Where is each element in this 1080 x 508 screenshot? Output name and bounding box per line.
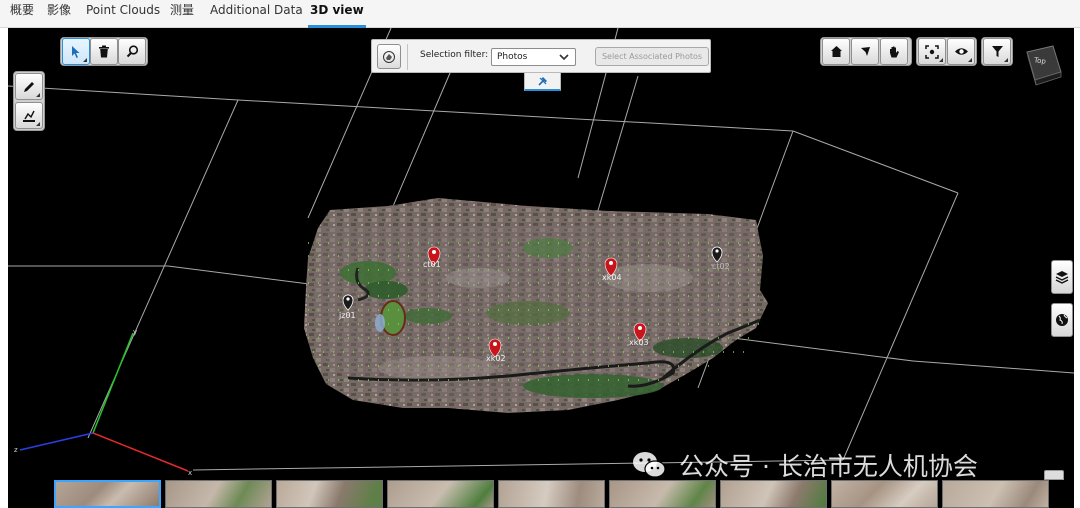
tab-3d-view[interactable]: 3D view: [308, 0, 366, 28]
tab-measurements[interactable]: 测量: [170, 0, 194, 28]
view-cube[interactable]: Top: [1023, 44, 1063, 86]
watermark: 公众号 · 长治市无人机协会: [631, 448, 978, 482]
select-associated-photos-button[interactable]: Select Associated Photos: [595, 47, 709, 66]
scene-canvas[interactable]: y x z ct01 xk04 ct02 jz01 xk02 xk03: [8, 28, 1074, 508]
axis-x-label: x: [188, 469, 192, 477]
marker-label: ct01: [423, 260, 441, 269]
delete-button[interactable]: [90, 38, 118, 65]
layers-icon: [1055, 271, 1069, 284]
orbit-icon: [860, 47, 870, 56]
marker-label: ct02: [712, 262, 730, 271]
marker-label: xk03: [629, 338, 649, 347]
photo-thumbnail[interactable]: [498, 480, 605, 508]
home-view-button[interactable]: [822, 38, 850, 65]
3d-viewport[interactable]: y x z ct01 xk04 ct02 jz01 xk02 xk03 Sele…: [8, 28, 1074, 508]
eraser-icon: [383, 50, 395, 63]
selection-filter-dropdown[interactable]: Photos: [491, 48, 576, 66]
select-cursor-icon: [72, 45, 80, 58]
focus-button[interactable]: [918, 38, 946, 65]
photo-thumbnail[interactable]: [387, 480, 494, 508]
eye-icon: [954, 48, 968, 55]
divider: [407, 44, 408, 70]
tab-images[interactable]: 影像: [47, 0, 71, 28]
home-icon: [830, 46, 842, 57]
filter-button[interactable]: [983, 38, 1011, 65]
coordinate-axes: y x z: [14, 328, 192, 477]
search-button[interactable]: [118, 38, 146, 65]
tab-overview[interactable]: 概要: [10, 0, 34, 28]
photo-thumbnail[interactable]: [276, 480, 383, 508]
watermark-text: 公众号 · 长治市无人机协会: [679, 452, 978, 481]
tools-tab[interactable]: [524, 73, 561, 91]
filter-funnel-icon: [991, 46, 1003, 57]
tab-point-clouds[interactable]: Point Clouds: [86, 0, 160, 28]
globe-icon: [1056, 314, 1068, 326]
draw-tool-button[interactable]: [15, 73, 43, 100]
photo-thumbnail[interactable]: [54, 480, 161, 508]
search-icon: [126, 45, 138, 58]
photo-thumbnail[interactable]: [720, 480, 827, 508]
thumbnail-scroll-button[interactable]: [1044, 470, 1064, 480]
pan-button[interactable]: [880, 38, 908, 65]
selection-filter-value: Photos: [497, 52, 528, 62]
photo-thumbnail[interactable]: [609, 480, 716, 508]
photo-thumbnail[interactable]: [165, 480, 272, 508]
marker-label: xk02: [486, 354, 506, 363]
basemap-button[interactable]: [1051, 303, 1073, 337]
pan-hand-icon: [890, 46, 899, 57]
selection-filter-panel: Selection filter: Photos Select Associat…: [371, 39, 711, 73]
axis-y-label: y: [133, 328, 137, 336]
trash-icon: [99, 45, 109, 58]
orbit-button[interactable]: [851, 38, 879, 65]
photo-thumbnail[interactable]: [831, 480, 938, 508]
measure-tool-button[interactable]: [15, 102, 43, 129]
tab-bar: 概要 影像 Point Clouds 测量 Additional Data 3D…: [0, 0, 1080, 28]
app-window: 概要 影像 Point Clouds 测量 Additional Data 3D…: [0, 0, 1080, 508]
photo-thumbnail-strip: [54, 480, 1064, 508]
wechat-icon: [633, 452, 666, 478]
pencil-icon: [24, 81, 34, 92]
visibility-button[interactable]: [947, 38, 975, 65]
select-tool-button[interactable]: [62, 38, 90, 65]
focus-icon: [925, 44, 939, 59]
tab-additional-data[interactable]: Additional Data: [210, 0, 303, 28]
measure-tools-icon: [23, 110, 35, 122]
marker-label: jz01: [338, 311, 356, 320]
photo-thumbnail[interactable]: [942, 480, 1049, 508]
chevron-down-icon: [559, 54, 569, 61]
marker-label: xk04: [602, 273, 622, 282]
selection-filter-label: Selection filter:: [420, 50, 489, 60]
axis-z-label: z: [14, 446, 18, 454]
view-cube-label: Top: [1033, 56, 1047, 66]
clear-selection-button[interactable]: [377, 44, 401, 69]
point-cloud[interactable]: [304, 198, 768, 413]
tools-icon: [537, 77, 547, 86]
layers-button[interactable]: [1051, 260, 1073, 294]
